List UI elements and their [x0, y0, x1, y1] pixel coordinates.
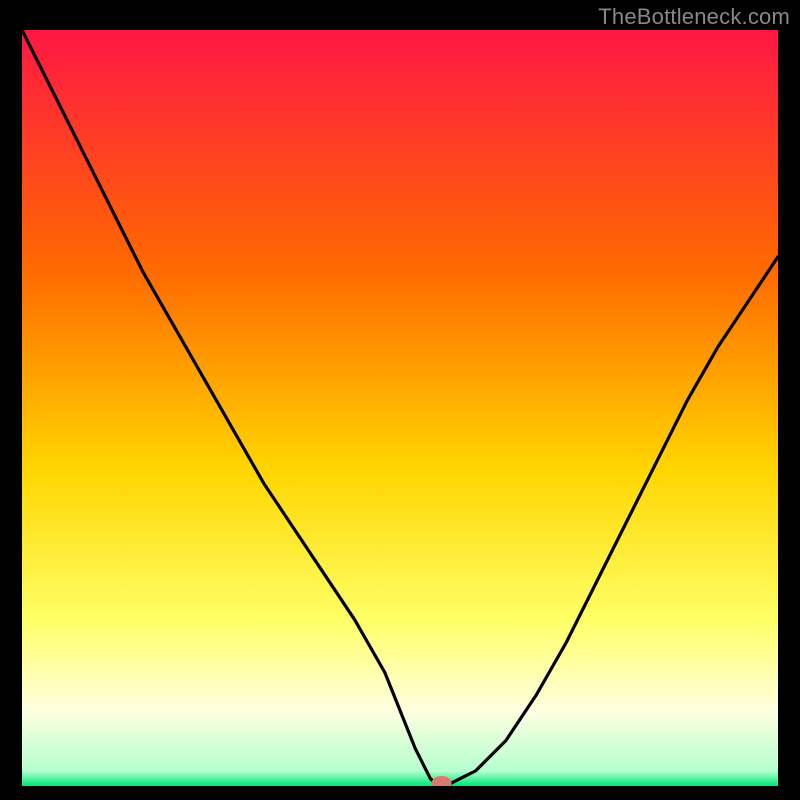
plot-area — [22, 30, 778, 786]
watermark-text: TheBottleneck.com — [598, 4, 790, 30]
bottleneck-chart — [22, 30, 778, 786]
chart-frame: TheBottleneck.com — [0, 0, 800, 800]
